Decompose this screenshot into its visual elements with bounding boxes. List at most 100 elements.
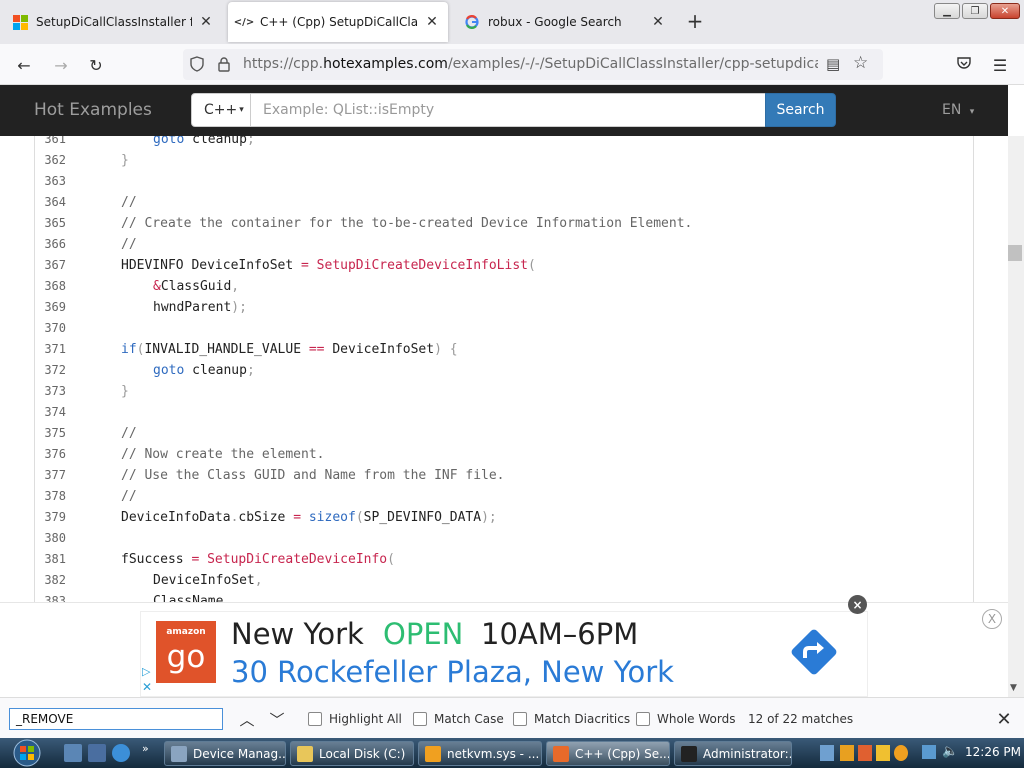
code-token: // Now create the element. [121,447,325,462]
address-bar[interactable]: https://cpp.hotexamples.com/examples/-/-… [183,49,883,80]
ad-close-button[interactable]: × [848,595,867,614]
back-button[interactable]: ← [13,54,35,76]
maximize-button[interactable]: ❐ [962,3,988,19]
app-icon [553,745,569,762]
pocket-button[interactable] [953,54,975,76]
code-token: ); [481,510,497,525]
code-text: goto cleanup; [153,360,255,381]
code-token: cleanup [184,363,247,378]
taskbar-button[interactable]: Administrator:... [674,741,792,766]
tab-title: SetupDiCallClassInstaller functio [36,15,192,29]
line-number: 361 [44,136,66,146]
code-token: ( [355,510,364,525]
reload-button[interactable]: ↻ [85,54,107,76]
minimize-button[interactable]: ▁ [934,3,960,19]
code-token: HDEVINFO DeviceInfoSet [121,258,302,273]
code-line: 381 fSuccess = SetupDiCreateDeviceInfo( [35,549,973,570]
tab-close-icon[interactable]: ✕ [198,14,214,30]
taskbar-button[interactable]: Local Disk (C:) [290,741,414,766]
ad-hours: 10AM–6PM [481,617,639,651]
code-search-input[interactable]: Example: QList::isEmpty [250,93,766,127]
adchoices-icon[interactable]: ▷ [142,665,150,678]
code-token: & [153,279,161,294]
find-close-button[interactable]: ✕ [994,709,1014,730]
tab-close-icon[interactable]: ✕ [650,14,666,30]
match-diacritics-checkbox[interactable]: Match Diacritics [513,710,630,728]
tray-app-icon[interactable] [840,745,854,761]
close-window-button[interactable]: ✕ [990,3,1020,19]
tab-close-icon[interactable]: ✕ [424,14,440,30]
directions-arrow-icon[interactable] [790,628,838,676]
show-desktop-icon[interactable] [64,744,82,762]
checkbox-icon [513,712,527,726]
code-line: 369 hwndParent); [35,297,973,318]
bookmark-star-icon[interactable]: ☆ [853,53,868,73]
line-number: 373 [44,384,66,398]
tray-app-icon[interactable] [820,745,834,761]
tray-app-icon[interactable] [858,745,872,761]
whole-words-checkbox[interactable]: Whole Words [636,710,735,728]
ad-dismiss-button[interactable]: X [982,609,1002,629]
hamburger-menu-icon: ☰ [992,55,1008,75]
code-token: ( [528,258,536,273]
tray-app-icon[interactable] [876,745,890,761]
lock-icon[interactable] [217,56,231,76]
scrollbar-thumb[interactable] [1008,245,1022,261]
line-number: 368 [44,279,66,293]
taskbar-button[interactable]: netkvm.sys - ... [418,741,542,766]
network-icon[interactable] [922,745,936,759]
tab-setupdicallclassinstaller-docs[interactable]: SetupDiCallClassInstaller functio ✕ [4,2,222,42]
find-previous-button[interactable]: ︿ [236,708,258,730]
forward-button[interactable]: → [50,54,72,76]
code-line: 373} [35,381,973,402]
find-match-count: 12 of 22 matches [748,712,854,726]
restore-icon: ❐ [970,5,980,17]
taskbar-button[interactable]: Device Manag... [164,741,286,766]
app-icon [297,745,313,762]
new-tab-button[interactable]: + [684,9,706,33]
scroll-down-arrow-icon[interactable]: ▼ [1010,683,1017,693]
code-line: 382 DeviceInfoSet, [35,570,973,591]
switch-windows-icon[interactable] [88,744,106,762]
shield-icon[interactable] [189,56,205,76]
tab-title: C++ (Cpp) SetupDiCallClassInst [260,15,418,29]
ad-report-close-icon[interactable]: ✕ [142,680,152,694]
code-token: DeviceInfoSet [324,342,435,357]
locale-menu[interactable]: EN ▾ [942,102,974,118]
ad-city: New York [231,617,364,651]
code-token: DeviceInfoData [121,510,231,525]
tab-google-search[interactable]: robux - Google Search ✕ [456,2,674,42]
quicklaunch-overflow-icon[interactable]: » [142,742,149,755]
code-text: } [121,150,129,171]
checkbox-icon [308,712,322,726]
language-select[interactable]: C++ ▾ [191,93,251,127]
taskbar-button[interactable]: C++ (Cpp) Se... [546,741,670,766]
volume-icon[interactable]: 🔈 [942,744,958,759]
code-token: goto [153,363,185,378]
taskbar-button-label: Device Manag... [193,746,286,761]
search-button[interactable]: Search [765,93,836,127]
tab-cpp-hotexamples[interactable]: </> C++ (Cpp) SetupDiCallClassInst ✕ [228,2,448,42]
taskbar-button-label: Local Disk (C:) [319,746,406,761]
find-input[interactable]: _REMOVE [9,708,223,730]
line-number: 383 [44,594,66,602]
tray-search-icon[interactable] [894,745,908,761]
line-number: 366 [44,237,66,251]
ad-open-status: OPEN [383,617,464,651]
find-next-button[interactable]: ﹀ [266,708,288,730]
reader-view-icon[interactable]: ▤ [826,55,840,73]
reload-icon: ↻ [89,55,103,75]
line-number: 364 [44,195,66,209]
start-button[interactable] [10,738,46,768]
menu-button[interactable]: ☰ [989,54,1011,76]
option-label: Highlight All [329,712,402,726]
code-text: // Use the Class GUID and Name from the … [121,465,505,486]
code-line: 378 // [35,486,973,507]
taskbar-clock[interactable]: 12:26 PM [965,745,1021,759]
internet-explorer-icon[interactable] [112,744,130,762]
site-brand[interactable]: Hot Examples [34,100,152,120]
line-number: 376 [44,447,66,461]
page-scrollbar[interactable] [1008,136,1024,697]
highlight-all-checkbox[interactable]: Highlight All [308,710,402,728]
match-case-checkbox[interactable]: Match Case [413,710,504,728]
